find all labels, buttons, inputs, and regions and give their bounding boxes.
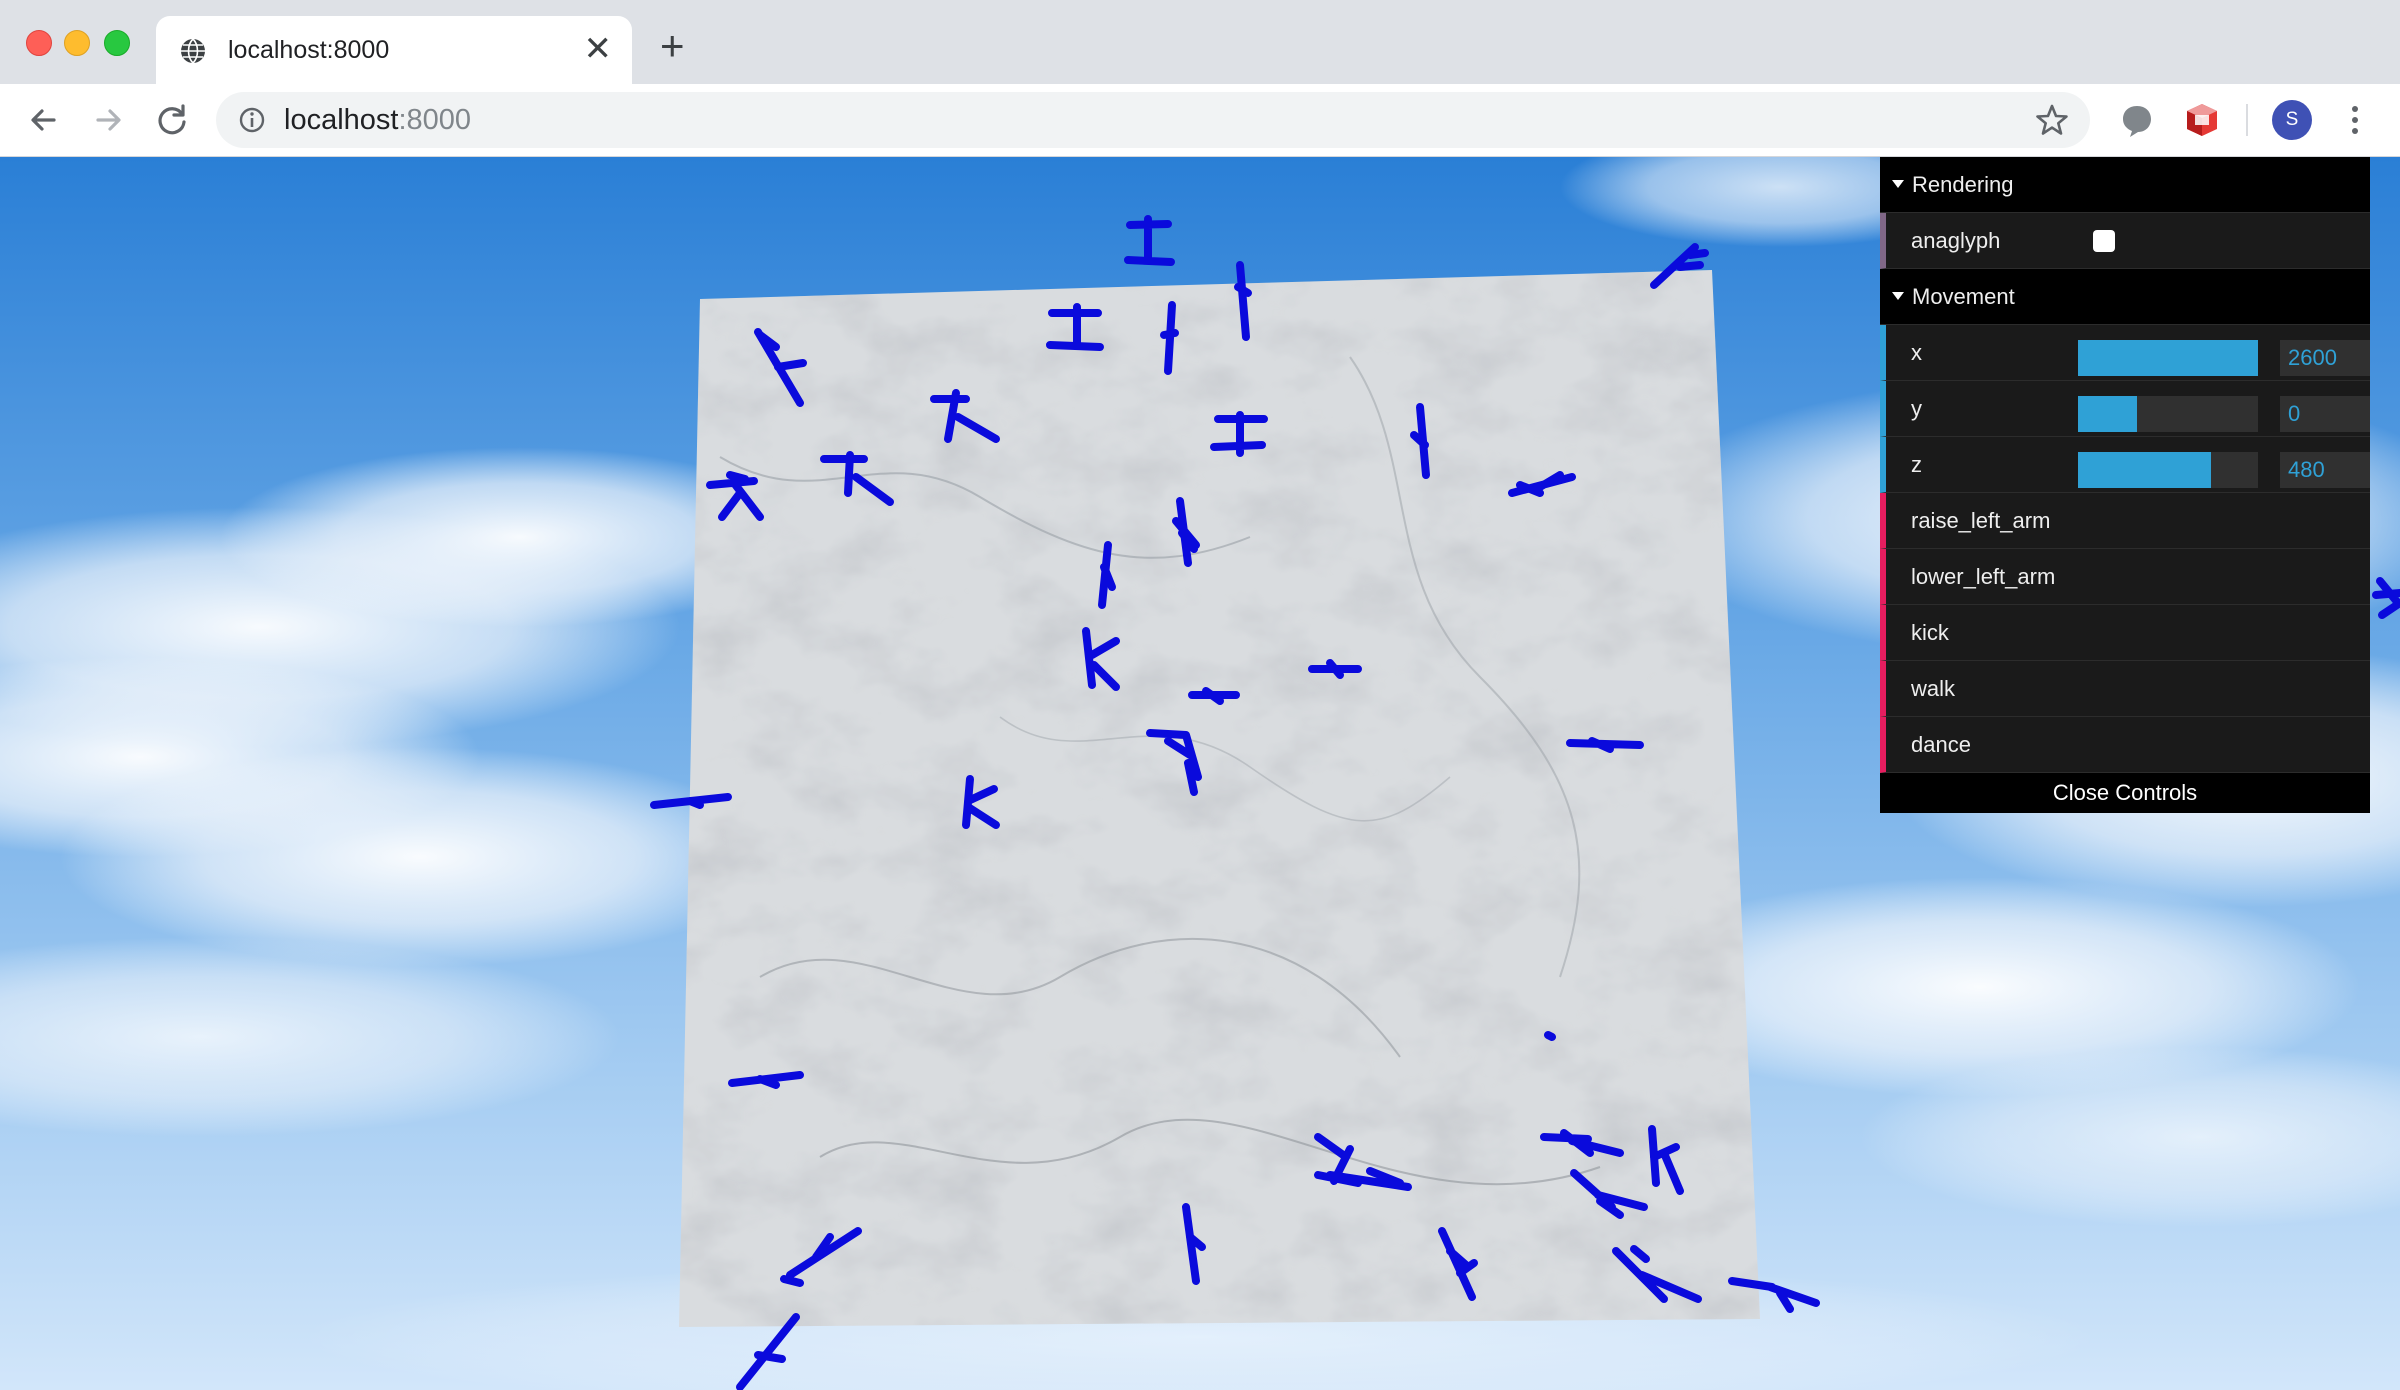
raise-left-arm-button[interactable]: raise_left_arm — [1880, 493, 2370, 549]
y-label: y — [1911, 396, 1922, 421]
browser-toolbar: localhost:8000 S — [0, 84, 2400, 157]
kick-button[interactable]: kick — [1880, 605, 2370, 661]
folder-movement[interactable]: Movement — [1880, 269, 2370, 325]
anaglyph-checkbox[interactable] — [2093, 230, 2115, 252]
y-value-input[interactable]: 0 — [2280, 396, 2370, 432]
forward-arrow-icon[interactable] — [88, 100, 128, 140]
kick-label: kick — [1911, 620, 1949, 645]
dance-label: dance — [1911, 732, 1971, 757]
y-slider[interactable] — [2078, 396, 2258, 432]
close-window-button[interactable] — [26, 30, 52, 56]
toolbar-separator — [2246, 104, 2248, 136]
close-tab-icon[interactable]: ✕ — [584, 32, 613, 66]
y-slider-fill — [2078, 396, 2138, 432]
x-slider[interactable] — [2078, 340, 2258, 376]
browser-tab[interactable]: localhost:8000 ✕ — [156, 16, 632, 84]
raise-left-arm-label: raise_left_arm — [1911, 508, 2051, 533]
anaglyph-label: anaglyph — [1911, 228, 2001, 253]
z-slider[interactable] — [2078, 452, 2258, 488]
url-host: localhost — [284, 104, 399, 136]
z-slider-fill — [2078, 452, 2212, 488]
address-bar[interactable]: localhost:8000 — [216, 92, 2090, 148]
x-slider-fill — [2078, 340, 2258, 376]
browser-tab-bar: localhost:8000 ✕ + — [0, 0, 2400, 84]
more-menu-icon[interactable] — [2340, 102, 2370, 138]
folder-movement-title: Movement — [1912, 284, 2015, 309]
cube-extension-icon[interactable] — [2182, 100, 2222, 140]
gui-control-panel: Rendering anaglyph Movement x 2600 y 0 z… — [1880, 157, 2370, 813]
folder-collapse-icon — [1892, 180, 1904, 188]
folder-rendering-title: Rendering — [1912, 172, 2014, 197]
globe-icon — [181, 38, 205, 64]
lower-left-arm-button[interactable]: lower_left_arm — [1880, 549, 2370, 605]
folder-rendering[interactable]: Rendering — [1880, 157, 2370, 213]
minimize-window-button[interactable] — [64, 30, 90, 56]
z-value-input[interactable]: 480 — [2280, 452, 2370, 488]
url-port: :8000 — [398, 104, 472, 136]
reload-icon[interactable] — [152, 100, 192, 140]
y-row: y 0 — [1880, 381, 2370, 437]
speech-bubble-extension-icon[interactable] — [2118, 102, 2156, 140]
lower-left-arm-label: lower_left_arm — [1911, 564, 2056, 589]
url-text: localhost:8000 — [284, 103, 471, 137]
close-controls-button[interactable]: Close Controls — [1880, 773, 2370, 813]
x-row: x 2600 — [1880, 325, 2370, 381]
profile-avatar[interactable]: S — [2272, 100, 2312, 140]
new-tab-button[interactable]: + — [660, 24, 685, 68]
x-value-input[interactable]: 2600 — [2280, 340, 2370, 376]
maximize-window-button[interactable] — [104, 30, 130, 56]
anaglyph-row: anaglyph — [1880, 213, 2370, 269]
tab-title: localhost:8000 — [228, 36, 390, 64]
back-arrow-icon[interactable] — [24, 100, 64, 140]
folder-collapse-icon — [1892, 292, 1904, 300]
walk-button[interactable]: walk — [1880, 661, 2370, 717]
z-label: z — [1911, 452, 1922, 477]
walk-label: walk — [1911, 676, 1956, 701]
info-icon[interactable] — [236, 104, 268, 136]
bookmark-star-icon[interactable] — [2034, 102, 2070, 138]
x-label: x — [1911, 340, 1922, 365]
dance-button[interactable]: dance — [1880, 717, 2370, 773]
z-row: z 480 — [1880, 437, 2370, 493]
